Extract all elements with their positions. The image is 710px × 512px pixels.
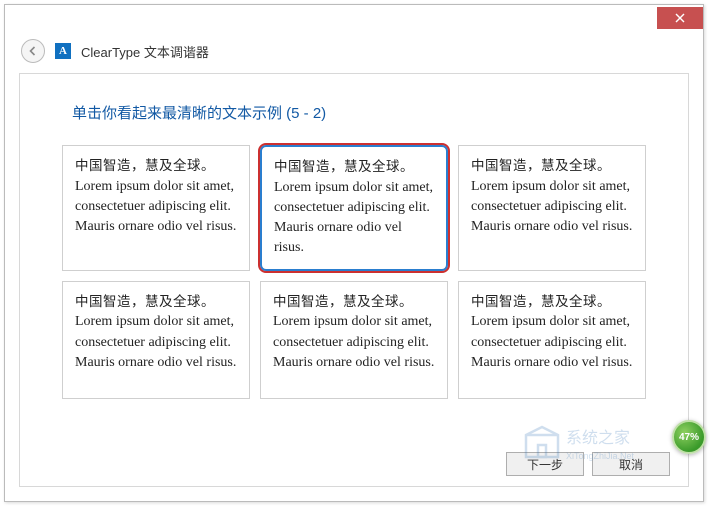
sample-cn: 中国智造，慧及全球。 [471, 156, 633, 176]
sample-cn: 中国智造，慧及全球。 [274, 157, 434, 177]
sample-cn: 中国智造，慧及全球。 [75, 292, 237, 312]
sample-cn: 中国智造，慧及全球。 [471, 292, 633, 312]
close-button[interactable] [657, 7, 703, 29]
page-title: ClearType 文本调谐器 [81, 42, 209, 61]
text-sample-2[interactable]: 中国智造，慧及全球。 Lorem ipsum dolor sit amet, c… [260, 145, 448, 271]
sample-en: Lorem ipsum dolor sit amet, consectetuer… [75, 177, 237, 238]
text-sample-1[interactable]: 中国智造，慧及全球。 Lorem ipsum dolor sit amet, c… [62, 145, 250, 271]
text-sample-6[interactable]: 中国智造，慧及全球。 Lorem ipsum dolor sit amet, c… [458, 281, 646, 399]
text-sample-3[interactable]: 中国智造，慧及全球。 Lorem ipsum dolor sit amet, c… [458, 145, 646, 271]
app-icon-letter: A [59, 45, 67, 57]
footer-buttons: 下一步 取消 [506, 452, 670, 476]
sample-grid: 中国智造，慧及全球。 Lorem ipsum dolor sit amet, c… [60, 145, 648, 399]
cancel-button[interactable]: 取消 [592, 452, 670, 476]
sample-en: Lorem ipsum dolor sit amet, consectetuer… [471, 177, 633, 238]
progress-percent: 47% [679, 432, 699, 443]
sample-en: Lorem ipsum dolor sit amet, consectetuer… [273, 312, 435, 373]
next-button[interactable]: 下一步 [506, 452, 584, 476]
svg-text:系统之家: 系统之家 [566, 429, 630, 447]
sample-en: Lorem ipsum dolor sit amet, consectetuer… [75, 312, 237, 373]
window: A ClearType 文本调谐器 单击你看起来最清晰的文本示例 (5 - 2)… [4, 4, 704, 502]
close-icon [675, 13, 685, 23]
sample-cn: 中国智造，慧及全球。 [273, 292, 435, 312]
sample-en: Lorem ipsum dolor sit amet, consectetuer… [471, 312, 633, 373]
content-panel: 单击你看起来最清晰的文本示例 (5 - 2) 中国智造，慧及全球。 Lorem … [19, 73, 689, 487]
progress-badge: 47% [672, 420, 706, 454]
titlebar [5, 5, 703, 35]
app-icon: A [55, 43, 71, 59]
back-button[interactable] [21, 39, 45, 63]
text-sample-5[interactable]: 中国智造，慧及全球。 Lorem ipsum dolor sit amet, c… [260, 281, 448, 399]
text-sample-4[interactable]: 中国智造，慧及全球。 Lorem ipsum dolor sit amet, c… [62, 281, 250, 399]
instruction-text: 单击你看起来最清晰的文本示例 (5 - 2) [60, 74, 648, 145]
sample-cn: 中国智造，慧及全球。 [75, 156, 237, 176]
header: A ClearType 文本调谐器 [5, 35, 703, 73]
back-arrow-icon [27, 45, 39, 57]
sample-en: Lorem ipsum dolor sit amet, consectetuer… [274, 178, 434, 259]
